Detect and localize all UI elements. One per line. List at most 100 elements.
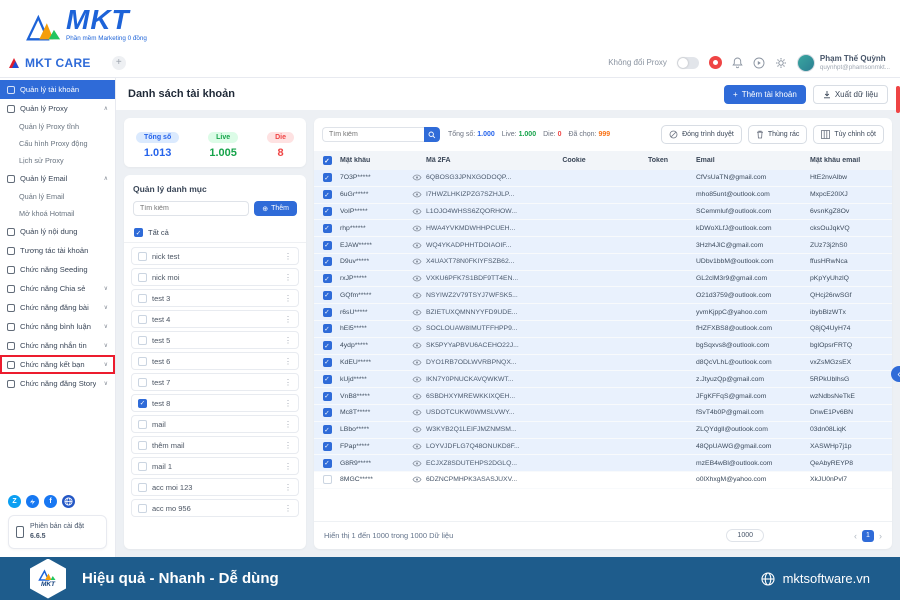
table-row[interactable]: ✓G8R9*****ECJXZ8SDUTEHPS2DGLQ...mzEB4wBl… (314, 455, 892, 472)
kebab-menu-icon[interactable]: ⋮ (284, 462, 292, 471)
table-row[interactable]: ✓FPap*****LOYVJDFLG7Q48ONUKD8F...48QpUAW… (314, 439, 892, 456)
row-checkbox[interactable]: ✓ (323, 324, 332, 333)
row-checkbox[interactable]: ✓ (323, 459, 332, 468)
eye-icon[interactable] (408, 460, 426, 467)
sidebar-item[interactable]: Quản lý Proxy tĩnh (0, 118, 115, 135)
category-checkbox[interactable] (138, 357, 147, 366)
sidebar-item[interactable]: Mở khoá Hotmail (0, 205, 115, 222)
table-row[interactable]: ✓VnB8*****6SBDHXYMREWKKIXQEH...JFgKFFqS@… (314, 388, 892, 405)
eye-icon[interactable] (408, 275, 426, 282)
scrollbar-thumb[interactable] (896, 86, 900, 113)
kebab-menu-icon[interactable]: ⋮ (284, 441, 292, 450)
table-row[interactable]: ✓VoIP*****L1OJO4WHSS6ZQORHOW...SCemmluf@… (314, 204, 892, 221)
sidebar-item[interactable]: Chức năng Seeding (0, 260, 115, 279)
row-checkbox[interactable]: ✓ (323, 274, 332, 283)
footer-website-link[interactable]: mktsoftware.vn (761, 571, 870, 586)
table-row[interactable]: ✓D9uv*****X4UAXT78N0FKIYFSZB62...UDbv1bb… (314, 254, 892, 271)
eye-icon[interactable] (408, 359, 426, 366)
table-row[interactable]: ✓7O3P*****6QBOSG3JPNXGODOQP...CfVsUaTN@g… (314, 170, 892, 187)
table-row[interactable]: ✓6uGr*****I7HWZLHKIZPZG7SZHJLP...mho85un… (314, 187, 892, 204)
category-item[interactable]: mail 1⋮ (131, 457, 299, 475)
add-account-button[interactable]: + Thêm tài khoản (724, 85, 806, 104)
sidebar-item[interactable]: Quản lý Email∧ (0, 169, 115, 188)
panel-collapse-button[interactable]: ‹ (891, 366, 900, 382)
table-row[interactable]: ✓LBbo*****W3KYB2Q1LEIFJMZNMSM...ZLQYdgll… (314, 422, 892, 439)
close-browser-button[interactable]: Đóng trình duyệt (661, 125, 742, 144)
kebab-menu-icon[interactable]: ⋮ (284, 336, 292, 345)
eye-icon[interactable] (408, 409, 426, 416)
category-item[interactable]: mail⋮ (131, 415, 299, 433)
row-checkbox[interactable]: ✓ (323, 190, 332, 199)
sidebar-item[interactable]: Chức năng đăng Story∨ (0, 374, 115, 393)
sidebar-item[interactable]: Chức năng bình luận∨ (0, 317, 115, 336)
table-row[interactable]: ✓Mc8T*****USDOTCUKW0WMSLVWY...fSvT4b0P@g… (314, 405, 892, 422)
export-data-button[interactable]: Xuất dữ liệu (813, 85, 888, 104)
row-checkbox[interactable]: ✓ (323, 173, 332, 182)
table-row[interactable]: ✓GQfm*****NSYIWZ2V79TSYJ7WFSK5...O21d375… (314, 287, 892, 304)
stop-status-icon[interactable] (709, 56, 722, 69)
page-size-select[interactable]: 1000 (726, 529, 764, 542)
row-checkbox[interactable]: ✓ (323, 207, 332, 216)
header-checkbox[interactable]: ✓ (323, 156, 332, 165)
category-item[interactable]: thêm mail⋮ (131, 436, 299, 454)
sidebar-item[interactable]: Tương tác tài khoản (0, 241, 115, 260)
facebook-icon[interactable]: f (44, 495, 57, 508)
row-checkbox[interactable] (323, 475, 332, 484)
category-item[interactable]: nick test⋮ (131, 247, 299, 265)
eye-icon[interactable] (408, 292, 426, 299)
eye-icon[interactable] (408, 191, 426, 198)
eye-icon[interactable] (408, 258, 426, 265)
eye-icon[interactable] (408, 242, 426, 249)
website-globe-icon[interactable] (62, 495, 75, 508)
row-checkbox[interactable]: ✓ (323, 257, 332, 266)
category-item[interactable]: ✓test 8⋮ (131, 394, 299, 412)
row-checkbox[interactable]: ✓ (323, 442, 332, 451)
eye-icon[interactable] (408, 174, 426, 181)
category-add-button[interactable]: ⊕ Thêm (254, 201, 297, 216)
sidebar-item[interactable]: Quản lý Proxy∧ (0, 99, 115, 118)
sidebar-item[interactable]: Quản lý Email (0, 188, 115, 205)
table-row[interactable]: ✓r6sU*****BZIETUXQMNNYYFD9UDE...yvmKjppC… (314, 304, 892, 321)
kebab-menu-icon[interactable]: ⋮ (284, 315, 292, 324)
row-checkbox[interactable]: ✓ (323, 341, 332, 350)
row-checkbox[interactable]: ✓ (323, 241, 332, 250)
notifications-bell-icon[interactable] (732, 57, 743, 69)
row-checkbox[interactable]: ✓ (323, 358, 332, 367)
eye-icon[interactable] (408, 393, 426, 400)
sidebar-expand-button[interactable]: + (112, 56, 126, 70)
sidebar-item[interactable]: Cấu hình Proxy động (0, 135, 115, 152)
eye-icon[interactable] (408, 325, 426, 332)
eye-icon[interactable] (408, 443, 426, 450)
category-item[interactable]: test 6⋮ (131, 352, 299, 370)
category-checkbox[interactable] (138, 462, 147, 471)
select-all-checkbox[interactable]: ✓ (134, 228, 143, 237)
eye-icon[interactable] (408, 208, 426, 215)
table-row[interactable]: ✓rhp******HWA4YVKMDWHHPCUEH...kDWoXLfJ@o… (314, 220, 892, 237)
search-button[interactable] (424, 127, 440, 142)
row-checkbox[interactable]: ✓ (323, 408, 332, 417)
category-checkbox[interactable] (138, 441, 147, 450)
table-row[interactable]: ✓EJAW*****WQ4YKADPHHTDOIAOIF...3Hzh4JlC@… (314, 237, 892, 254)
eye-icon[interactable] (408, 426, 426, 433)
table-row[interactable]: ✓rxJP*****VXKU6PFK7S1BDF9TT4EN...GL2clM3… (314, 271, 892, 288)
category-item[interactable]: acc moi 123⋮ (131, 478, 299, 496)
category-checkbox[interactable] (138, 273, 147, 282)
table-search-input[interactable] (322, 127, 424, 142)
next-page-button[interactable]: › (879, 531, 882, 541)
category-checkbox[interactable] (138, 378, 147, 387)
table-row[interactable]: ✓kUjd*****IKN7Y0PNUCKAVQWKWT...z.JtyuzQp… (314, 371, 892, 388)
trash-button[interactable]: Thùng rác (748, 125, 808, 144)
proxy-toggle[interactable] (677, 57, 699, 69)
eye-icon[interactable] (408, 476, 426, 483)
customize-columns-button[interactable]: Tùy chỉnh cột (813, 125, 884, 144)
zalo-icon[interactable]: Z (8, 495, 21, 508)
category-checkbox[interactable] (138, 315, 147, 324)
row-checkbox[interactable]: ✓ (323, 375, 332, 384)
row-checkbox[interactable]: ✓ (323, 224, 332, 233)
kebab-menu-icon[interactable]: ⋮ (284, 357, 292, 366)
kebab-menu-icon[interactable]: ⋮ (284, 420, 292, 429)
table-row[interactable]: ✓4ydp*****SK5PYYaPBVU6ACEHO22J...bgSqxvs… (314, 338, 892, 355)
category-checkbox[interactable] (138, 252, 147, 261)
category-checkbox[interactable]: ✓ (138, 399, 147, 408)
sidebar-item[interactable]: Chức năng kết bạn∨ (0, 355, 115, 374)
